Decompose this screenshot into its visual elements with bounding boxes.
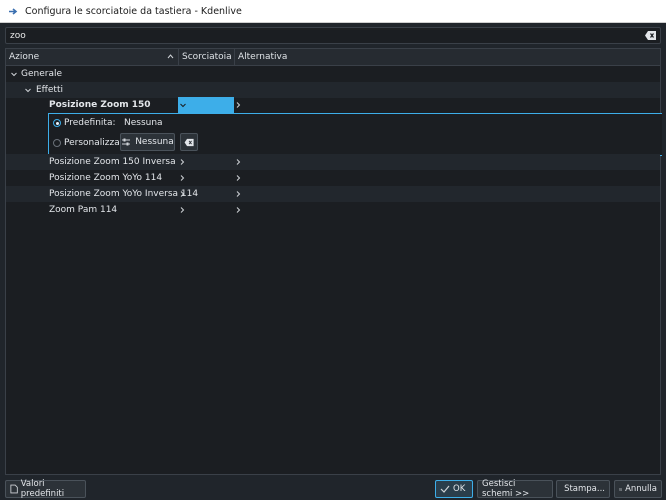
manage-schemes-button[interactable]: Gestisci schemi >> <box>477 479 553 499</box>
search-input[interactable]: zoo <box>10 31 26 41</box>
chevron-down-icon[interactable] <box>179 101 187 109</box>
radio-default[interactable] <box>53 119 61 127</box>
clear-shortcut-button[interactable] <box>180 133 198 151</box>
print-button[interactable]: Stampa... <box>556 480 610 498</box>
cancel-icon <box>619 487 623 491</box>
search-field[interactable]: zoo <box>5 27 661 44</box>
tree-row[interactable]: Posizione Zoom YoYo Inversa 114 <box>6 186 660 202</box>
chevron-right-icon[interactable] <box>178 158 186 166</box>
action-label: Zoom Pam 114 <box>49 205 118 215</box>
tree-row[interactable]: Posizione Zoom 150 Inversa <box>6 154 660 170</box>
custom-shortcut-value: Nessuna <box>135 137 174 147</box>
tree-row-selected[interactable]: Posizione Zoom 150 <box>6 97 660 113</box>
column-header-azione[interactable]: Azione <box>6 49 179 65</box>
cancel-button[interactable]: Annulla <box>614 480 662 498</box>
chevron-right-icon[interactable] <box>234 101 242 109</box>
shortcuts-tree[interactable]: Azione Scorciatoia Alternativa Generale … <box>5 48 662 475</box>
ok-button[interactable]: OK <box>435 480 473 498</box>
check-icon <box>440 485 450 493</box>
column-header-label: Scorciatoia <box>182 52 232 62</box>
tree-row[interactable]: Posizione Zoom YoYo 114 <box>6 170 660 186</box>
custom-shortcut-button[interactable]: Nessuna <box>120 133 175 151</box>
subgroup-label: Effetti <box>36 85 63 95</box>
default-value: Nessuna <box>124 118 163 128</box>
group-label: Generale <box>21 69 63 79</box>
title-bar: Configura le scorciatoie da tastiera - K… <box>0 0 666 23</box>
kdenlive-app-icon <box>8 6 19 17</box>
document-icon <box>10 484 18 494</box>
radio-custom[interactable] <box>53 139 61 147</box>
chevron-right-icon[interactable] <box>178 206 186 214</box>
cancel-label: Annulla <box>625 484 657 494</box>
column-header-label: Alternativa <box>238 52 288 62</box>
ok-label: OK <box>453 484 466 494</box>
chevron-right-icon[interactable] <box>234 174 242 182</box>
selected-shortcut-cell[interactable] <box>178 97 234 113</box>
tree-header: Azione Scorciatoia Alternativa <box>6 49 660 66</box>
default-label: Predefinita: <box>64 118 116 128</box>
action-label: Posizione Zoom YoYo Inversa 114 <box>49 189 199 199</box>
action-label: Posizione Zoom 150 <box>49 100 151 110</box>
clear-icon <box>184 138 194 146</box>
chevron-right-icon[interactable] <box>234 190 242 198</box>
column-header-label: Azione <box>9 52 40 62</box>
chevron-right-icon[interactable] <box>178 190 186 198</box>
tree-group-generale[interactable]: Generale <box>6 66 660 82</box>
tree-row[interactable]: Zoom Pam 114 <box>6 202 660 218</box>
defaults-label: Valori predefiniti <box>20 479 65 499</box>
configure-icon <box>122 138 131 146</box>
action-label: Posizione Zoom 150 Inversa <box>49 157 176 167</box>
chevron-down-icon[interactable] <box>10 70 18 78</box>
clear-search-icon[interactable] <box>645 30 657 41</box>
chevron-right-icon[interactable] <box>178 174 186 182</box>
defaults-button[interactable]: Valori predefiniti <box>5 479 86 499</box>
sort-up-icon <box>167 53 174 60</box>
action-label: Posizione Zoom YoYo 114 <box>49 173 163 183</box>
window-title: Configura le scorciatoie da tastiera - K… <box>25 5 242 17</box>
manage-schemes-label: Gestisci schemi >> <box>482 479 530 499</box>
tree-group-effetti[interactable]: Effetti <box>6 82 660 98</box>
chevron-down-icon[interactable] <box>24 86 32 94</box>
shortcut-editor: Predefinita: Nessuna Personalizzata: Nes… <box>48 113 662 156</box>
dialog-button-bar: Valori predefiniti OK Gestisci schemi >>… <box>0 478 666 500</box>
print-label: Stampa... <box>564 484 605 494</box>
chevron-right-icon[interactable] <box>234 206 242 214</box>
chevron-right-icon[interactable] <box>234 158 242 166</box>
column-header-alternativa[interactable]: Alternativa <box>235 49 662 65</box>
column-header-scorciatoia[interactable]: Scorciatoia <box>179 49 235 65</box>
